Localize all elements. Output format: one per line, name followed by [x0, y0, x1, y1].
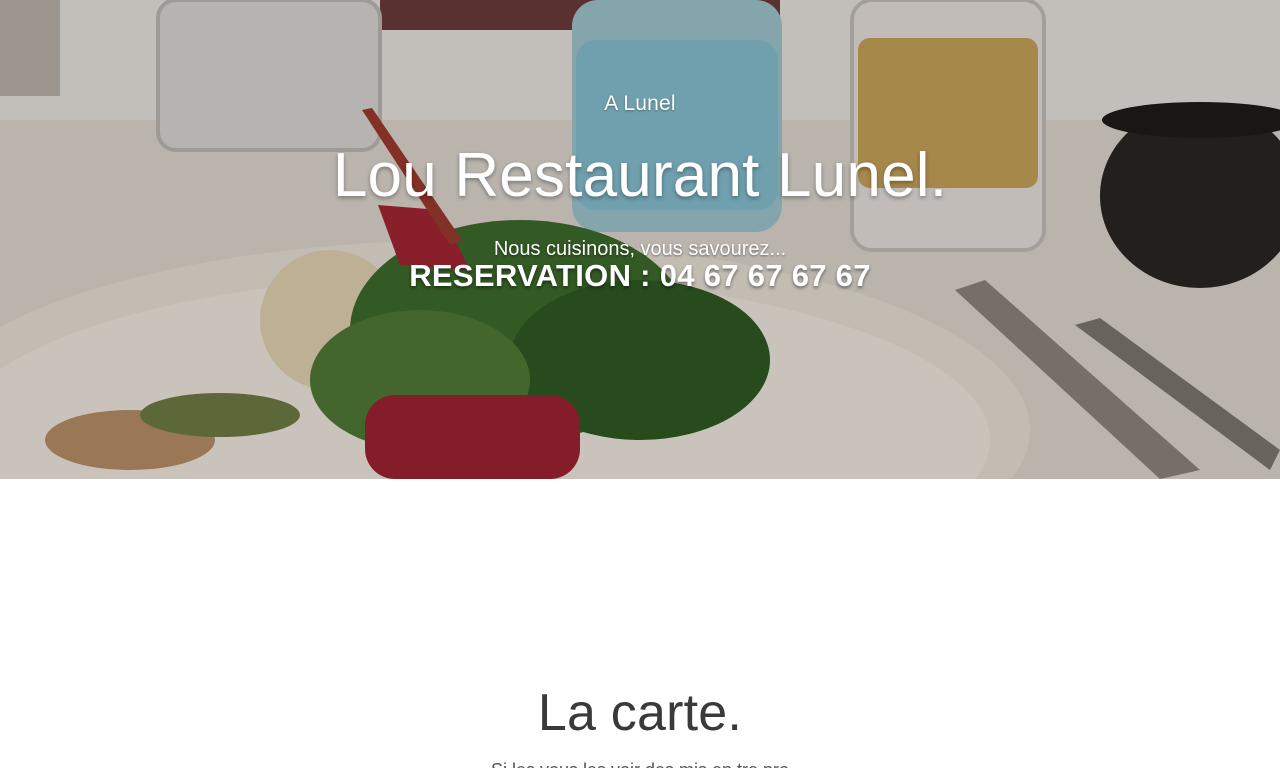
- reservation-line: RESERVATION : 04 67 67 67 67: [0, 258, 1280, 294]
- menu-section: La carte. Si les vous les voir des mis e…: [0, 479, 1280, 768]
- menu-section-title: La carte.: [537, 684, 743, 742]
- reservation-phone-link[interactable]: RESERVATION : 04 67 67 67 67: [409, 258, 871, 293]
- hero-banner: A Lunel Lou Restaurant Lunel. Nous cuisi…: [0, 0, 1280, 479]
- hero-content: A Lunel Lou Restaurant Lunel. Nous cuisi…: [0, 0, 1280, 479]
- hero-kicker: A Lunel: [604, 92, 676, 115]
- menu-section-subtitle: Si les vous les voir des mis en tre pro: [0, 760, 1280, 768]
- hero-title: Lou Restaurant Lunel.: [332, 141, 948, 210]
